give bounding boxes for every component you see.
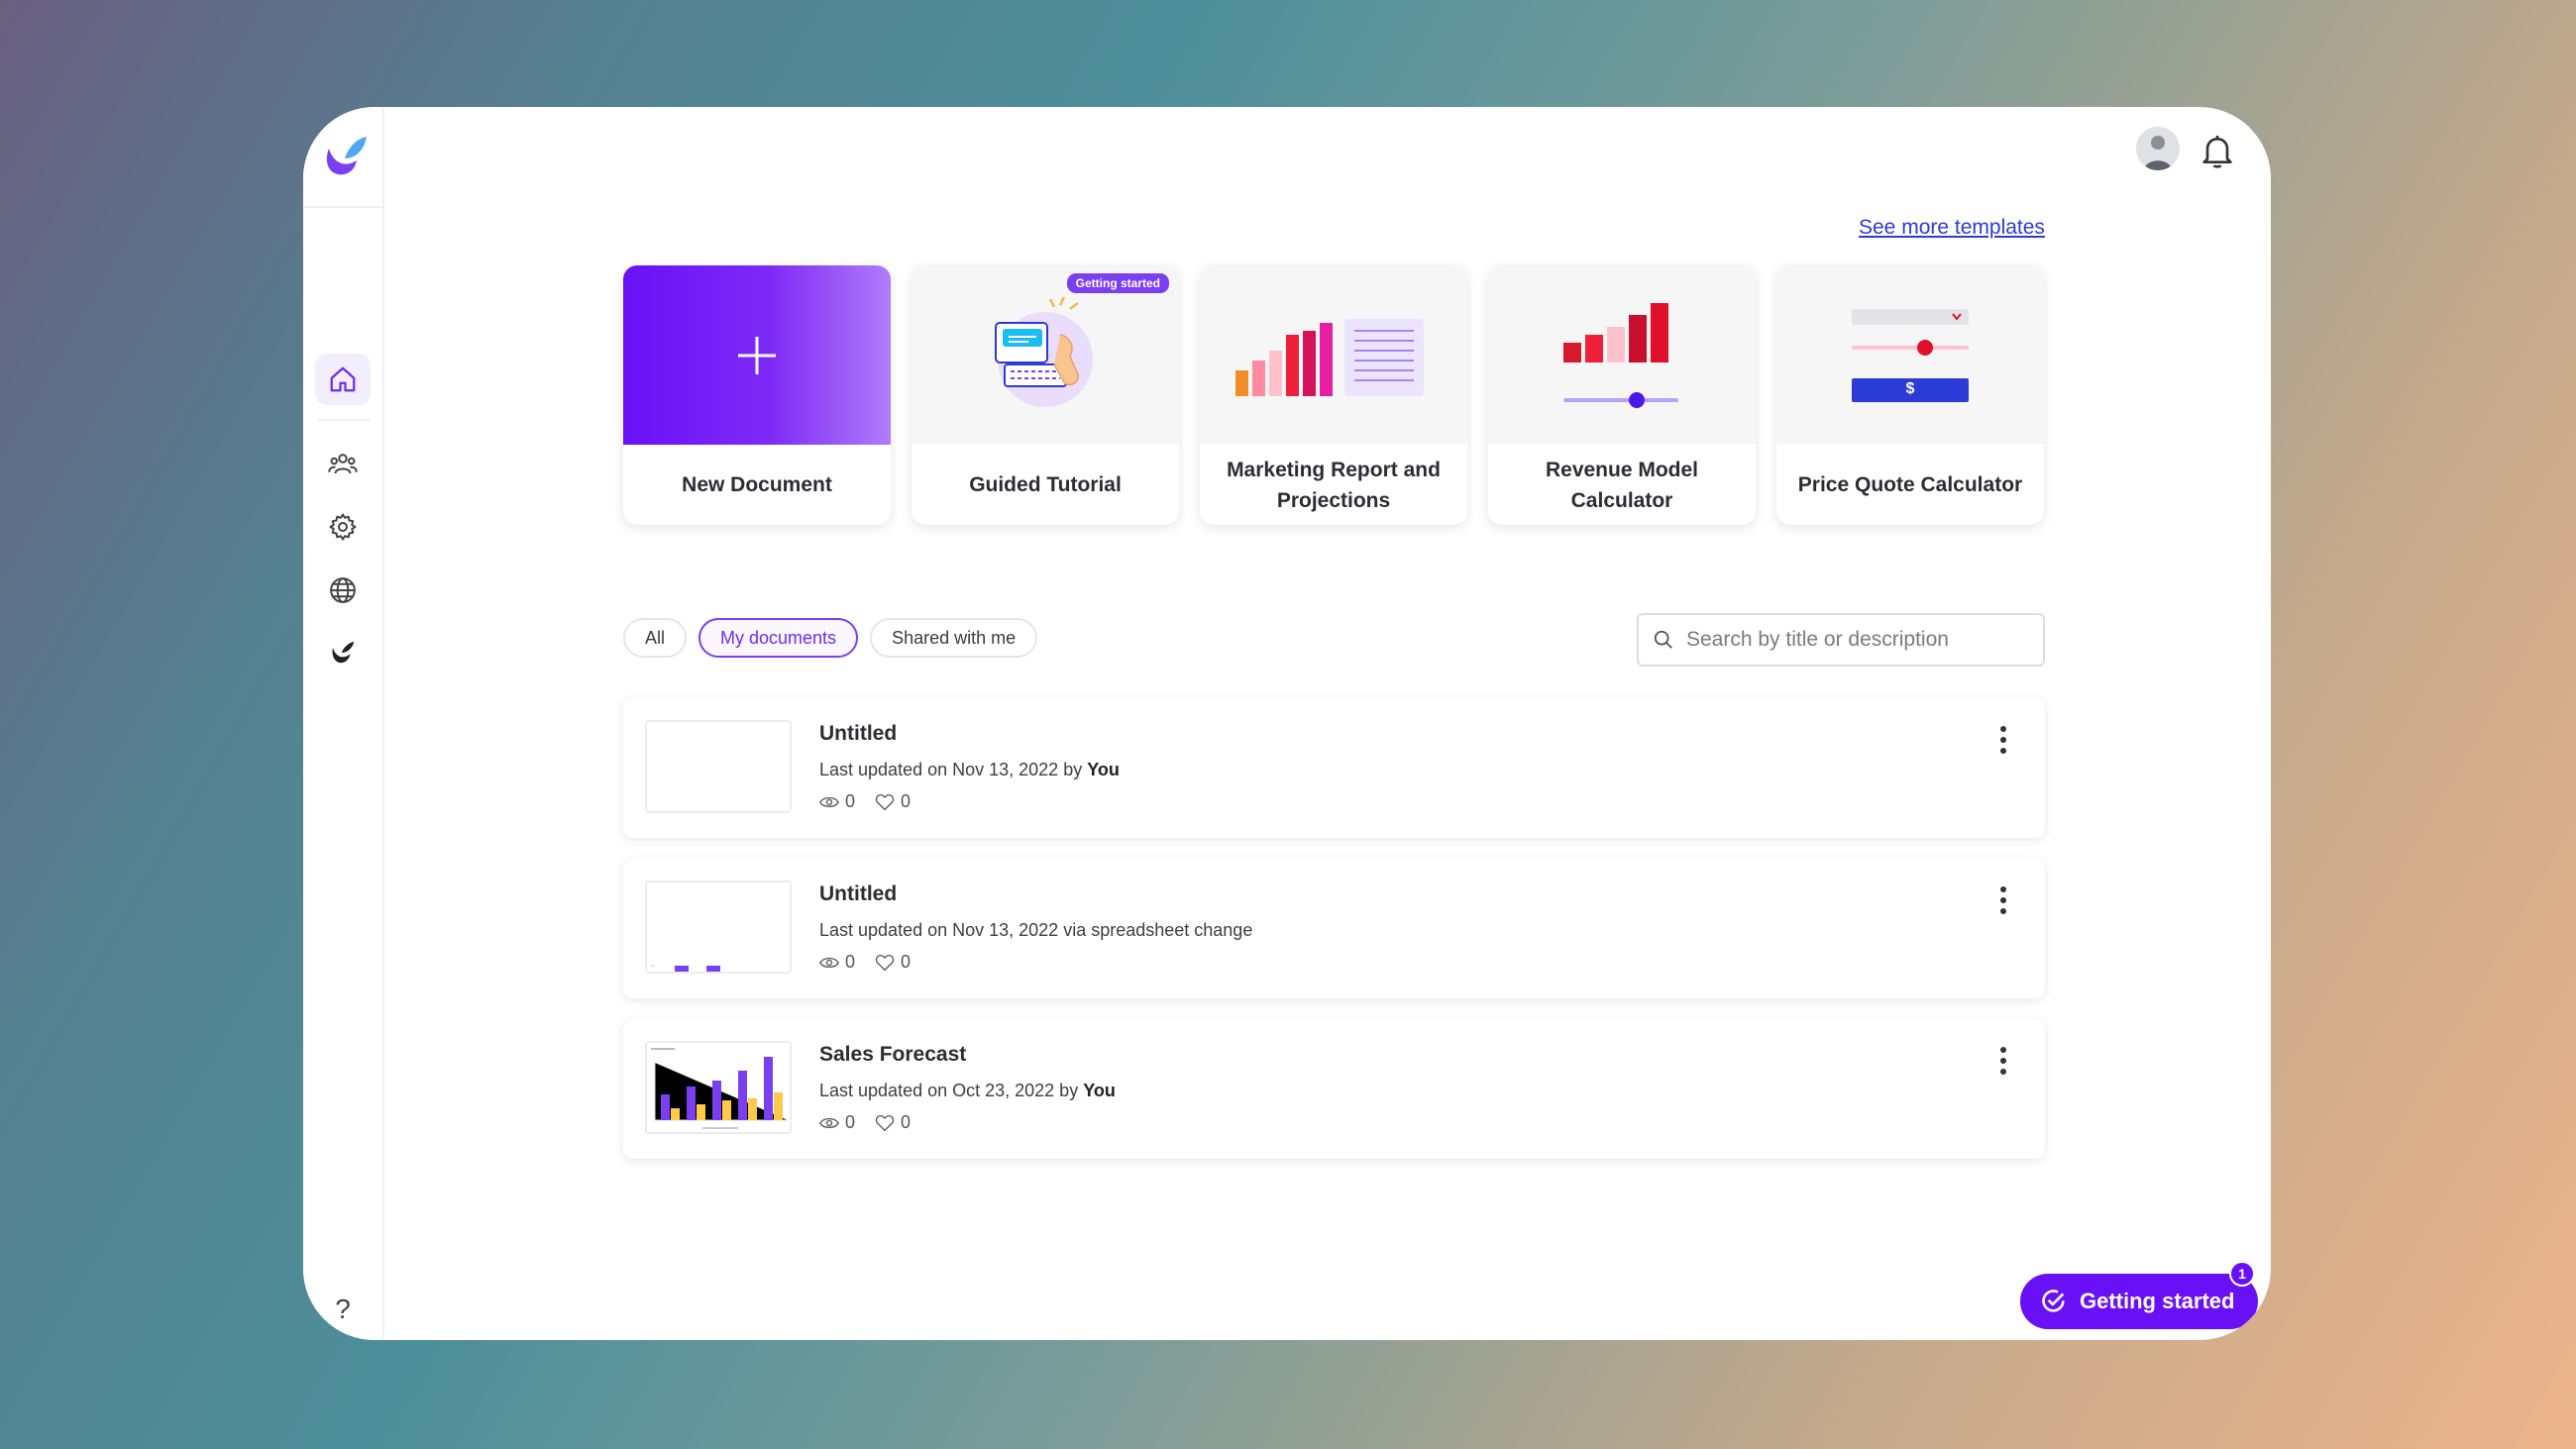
guided-tutorial-thumb: Getting started: [912, 265, 1179, 445]
template-label: New Document: [682, 473, 832, 496]
eye-icon: [819, 1117, 839, 1128]
document-stats: 0 0: [819, 952, 911, 973]
document-row[interactable]: Sales Forecast Last updated on Oct 23, 2…: [623, 1019, 2045, 1159]
document-title: Sales Forecast: [819, 1043, 967, 1066]
document-menu-icon[interactable]: [1991, 1043, 2015, 1079]
template-card-revenue-model[interactable]: Revenue Model Calculator: [1488, 265, 1756, 525]
getting-started-count-badge: 1: [2229, 1261, 2255, 1287]
document-meta: Last updated on Nov 13, 2022 by You: [819, 760, 1120, 780]
likes-count: 0: [901, 791, 912, 811]
sidebar: ?: [303, 107, 384, 1340]
views-count: 0: [845, 1112, 856, 1132]
views-count: 0: [845, 952, 856, 972]
plus-icon: [738, 336, 776, 374]
search-input[interactable]: [1686, 628, 2023, 652]
document-row[interactable]: Untitled Last updated on Nov 13, 2022 by…: [623, 698, 2045, 838]
document-row[interactable]: Untitled Last updated on Nov 13, 2022 vi…: [623, 859, 2045, 998]
sidebar-item-team[interactable]: [315, 438, 371, 489]
bird-icon: [332, 641, 355, 664]
document-author: You: [1083, 1081, 1116, 1100]
sidebar-item-globe[interactable]: [315, 565, 371, 616]
document-meta-text: Last updated on Nov 13, 2022 by: [819, 760, 1088, 779]
document-menu-icon[interactable]: [1991, 722, 2015, 758]
document-thumbnail: [645, 880, 792, 974]
views-stat: 0: [819, 952, 855, 973]
document-thumbnail: [645, 720, 792, 813]
help-button[interactable]: ?: [315, 1292, 371, 1327]
getting-started-label: Getting started: [2080, 1289, 2235, 1313]
sidebar-divider: [303, 206, 384, 208]
app-logo-icon[interactable]: [315, 129, 375, 188]
filter-all[interactable]: All: [623, 618, 688, 658]
template-card-price-quote[interactable]: $ Price Quote Calculator: [1776, 265, 2044, 525]
filter-shared-with-me[interactable]: Shared with me: [870, 618, 1038, 658]
price-quote-illustration: [1852, 309, 1969, 402]
heart-icon: [875, 793, 895, 810]
views-count: 0: [845, 791, 856, 811]
template-card-marketing-report[interactable]: Marketing Report and Projections: [1200, 265, 1467, 525]
bar-chart-illustration: [1235, 319, 1424, 396]
getting-started-badge: Getting started: [1066, 273, 1169, 293]
filter-my-documents[interactable]: My documents: [698, 618, 859, 658]
sidebar-item-settings[interactable]: [315, 501, 371, 553]
template-card-new-document[interactable]: New Document: [623, 265, 891, 525]
views-stat: 0: [819, 1112, 855, 1133]
price-quote-thumb: $: [1776, 265, 2044, 445]
sidebar-separator: [317, 419, 371, 421]
likes-count: 0: [901, 1112, 912, 1132]
new-document-thumb: [623, 265, 891, 445]
sidebar-item-home[interactable]: [315, 354, 371, 405]
avatar[interactable]: [2136, 127, 2180, 170]
eye-icon: [819, 796, 839, 807]
template-card-guided-tutorial[interactable]: Getting started Guided Tutorial: [912, 265, 1179, 525]
template-label: Guided Tutorial: [969, 473, 1122, 496]
document-meta-text: Last updated on Oct 23, 2022 by: [819, 1081, 1084, 1100]
marketing-report-thumb: [1200, 265, 1467, 445]
getting-started-button[interactable]: Getting started: [2020, 1274, 2258, 1329]
app-window: ? See more templates New Document Gettin…: [303, 107, 2271, 1340]
document-meta: Last updated on Oct 23, 2022 by You: [819, 1081, 1116, 1101]
sidebar-item-brand[interactable]: [315, 627, 371, 678]
sales-forecast-thumbnail: [651, 1048, 788, 1129]
globe-icon: [330, 577, 356, 603]
document-thumbnail: [645, 1041, 792, 1134]
document-author: You: [1087, 760, 1120, 779]
users-icon: [328, 454, 358, 474]
likes-stat[interactable]: 0: [875, 952, 911, 973]
document-stats: 0 0: [819, 1112, 911, 1133]
likes-count: 0: [901, 952, 912, 972]
mini-chart-thumbnail: [651, 965, 720, 972]
document-meta: Last updated on Nov 13, 2022 via spreads…: [819, 920, 1252, 941]
see-more-templates-link[interactable]: See more templates: [1859, 216, 2045, 240]
revenue-illustration: [1563, 303, 1678, 408]
likes-stat[interactable]: 0: [875, 1112, 911, 1133]
search-icon: [1654, 630, 1672, 649]
revenue-model-thumb: [1488, 265, 1756, 445]
document-title: Untitled: [819, 882, 898, 905]
document-title: Untitled: [819, 722, 898, 745]
document-stats: 0 0: [819, 791, 911, 812]
user-avatar-icon: [2136, 127, 2180, 170]
check-circle-icon: [2042, 1290, 2065, 1312]
views-stat: 0: [819, 791, 855, 812]
template-label: Revenue Model Calculator: [1545, 458, 1699, 512]
document-meta-text: Last updated on Nov 13, 2022 via spreads…: [819, 920, 1253, 940]
home-icon: [330, 366, 356, 392]
search-box: [1637, 613, 2045, 667]
bell-icon[interactable]: [2198, 131, 2237, 170]
document-filters: All My documents Shared with me: [623, 618, 1038, 658]
eye-icon: [819, 957, 839, 968]
gear-icon: [329, 513, 357, 541]
heart-icon: [875, 954, 895, 971]
currency-symbol: $: [1905, 380, 1915, 397]
template-label: Marketing Report and Projections: [1227, 458, 1441, 512]
heart-icon: [875, 1114, 895, 1131]
template-label: Price Quote Calculator: [1797, 473, 2023, 496]
likes-stat[interactable]: 0: [875, 791, 911, 812]
document-menu-icon[interactable]: [1991, 882, 2015, 918]
